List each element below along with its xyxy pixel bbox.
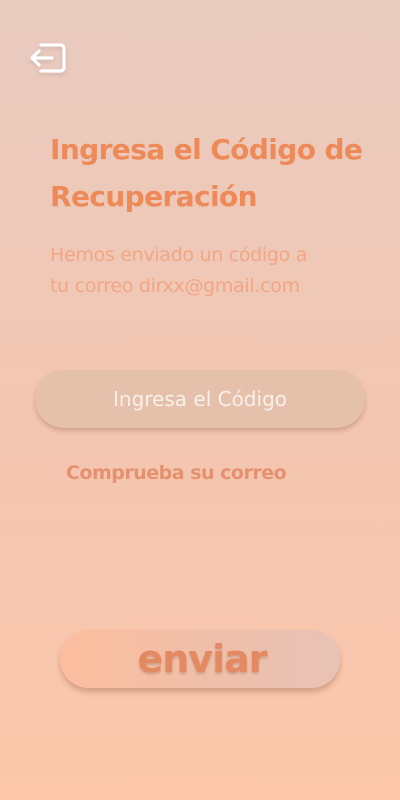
send-button[interactable]: enviar xyxy=(60,630,340,688)
instruction-text: Hemos enviado un código a tu correo dirx… xyxy=(50,240,370,302)
send-button-label: enviar xyxy=(137,637,267,681)
check-email-text: Comprueba su correo xyxy=(66,462,287,484)
page-title: Ingresa el Código de Recuperación xyxy=(50,133,363,213)
recovery-code-input[interactable] xyxy=(35,370,365,428)
recovery-code-screen: Ingresa el Código de Recuperación Hemos … xyxy=(0,0,400,800)
instruction-line-2: tu correo dirxx@gmail.com xyxy=(50,275,300,297)
back-button[interactable] xyxy=(28,40,68,78)
instruction-line-1: Hemos enviado un código a xyxy=(50,244,308,266)
logout-arrow-icon xyxy=(30,43,66,73)
